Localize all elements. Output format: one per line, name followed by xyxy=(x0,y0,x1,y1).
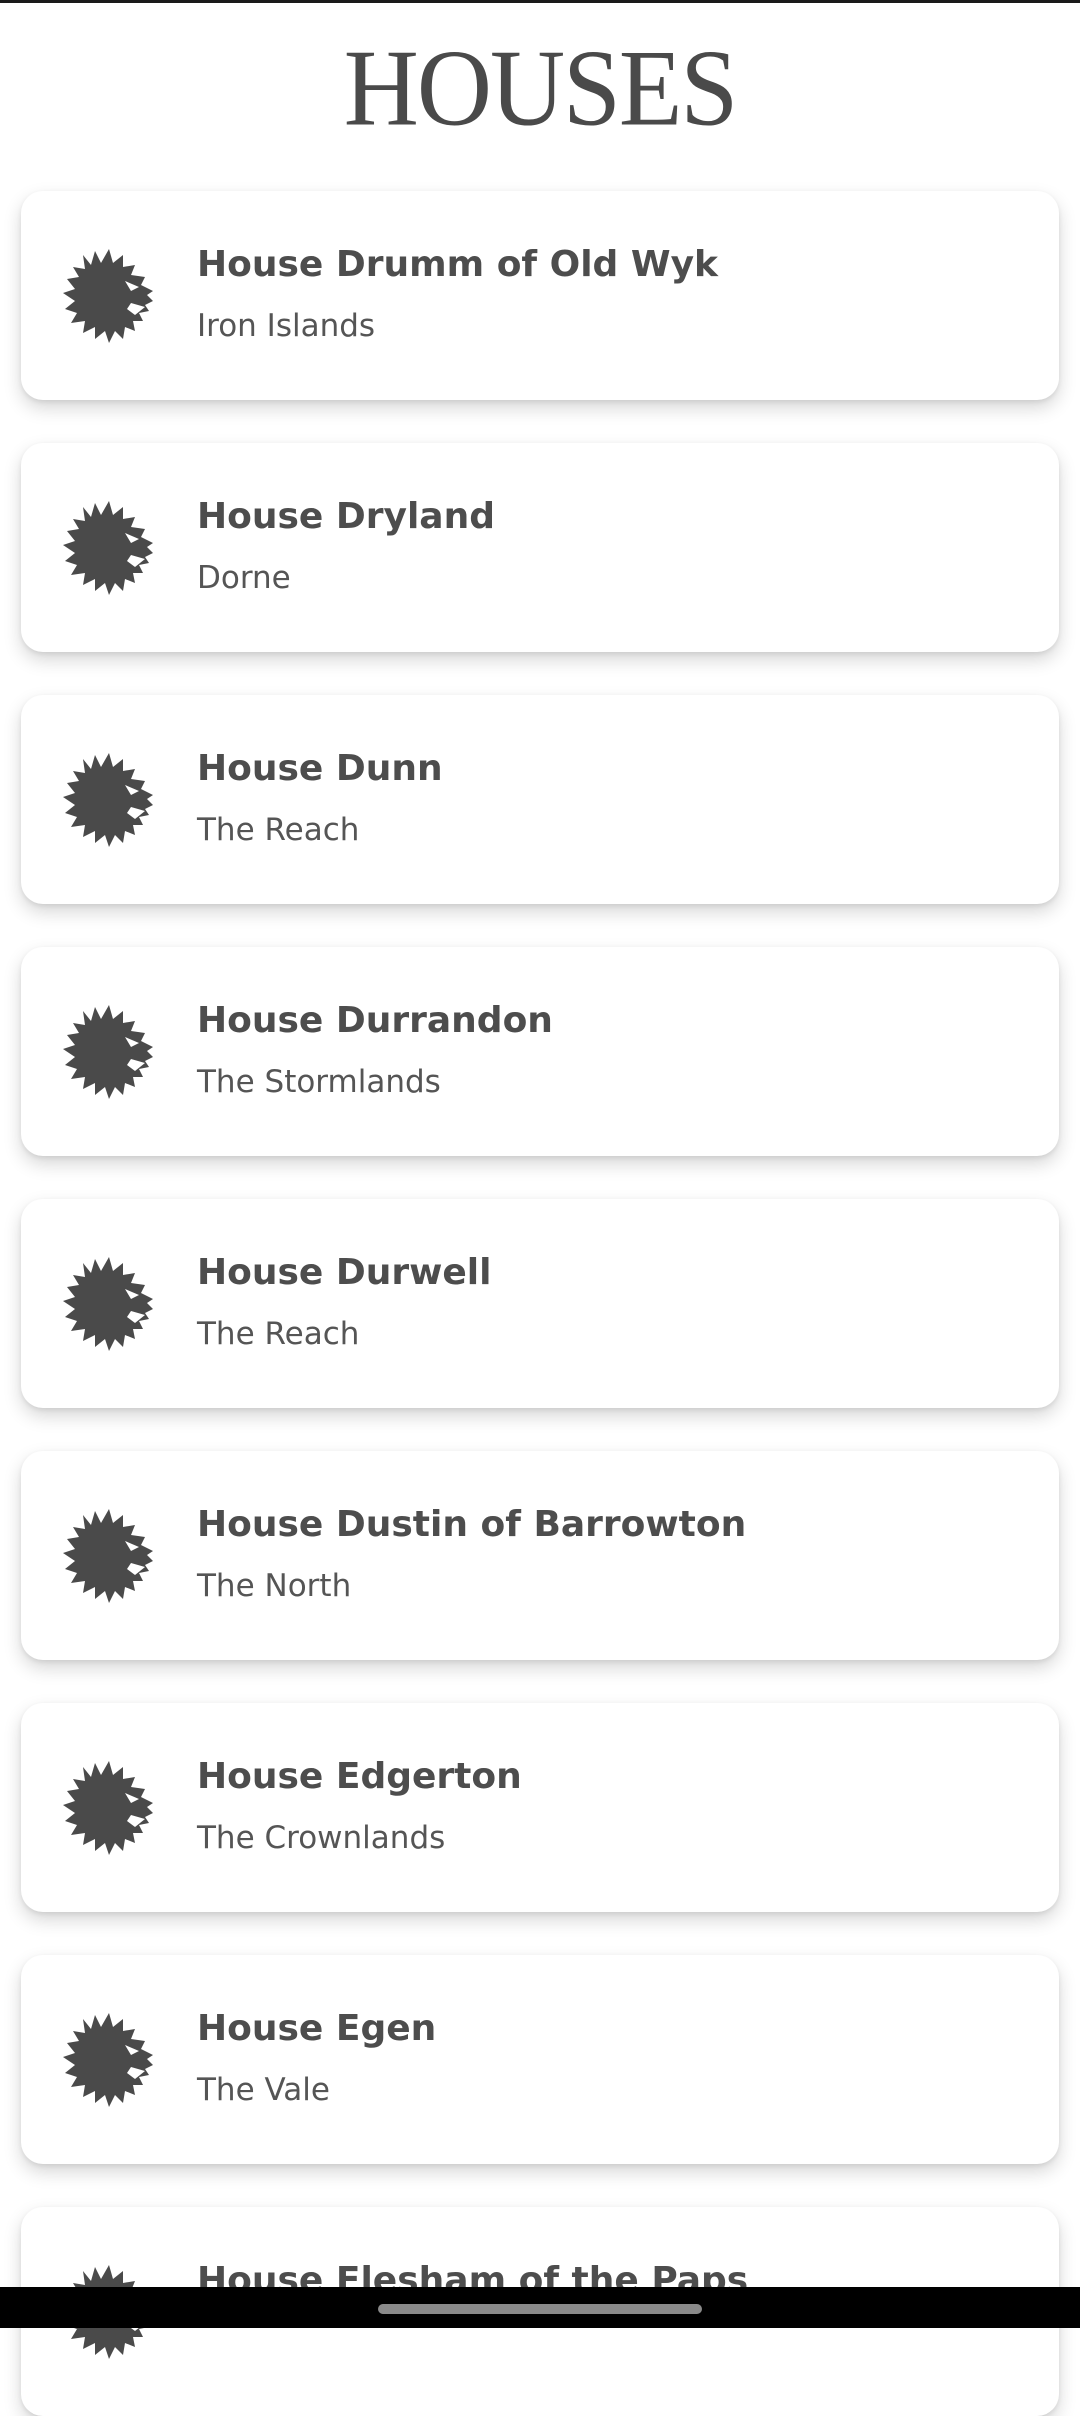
lion-head-icon xyxy=(61,1759,161,1859)
house-name: House Edgerton xyxy=(197,1756,522,1797)
house-region: Iron Islands xyxy=(197,308,376,344)
house-name: House Dustin of Barrowton xyxy=(197,1504,747,1545)
house-card[interactable]: House Durrandon The Stormlands xyxy=(21,947,1059,1156)
house-name: House Durrandon xyxy=(197,1000,553,1041)
house-card[interactable]: House Durwell The Reach xyxy=(21,1199,1059,1408)
lion-head-icon xyxy=(61,1255,161,1355)
house-region: The Crownlands xyxy=(197,1820,446,1856)
house-card[interactable]: House Edgerton The Crownlands xyxy=(21,1703,1059,1912)
lion-head-icon xyxy=(61,1507,161,1607)
house-name: House Drumm of Old Wyk xyxy=(197,244,718,285)
house-region: Dorne xyxy=(197,560,291,596)
house-card[interactable]: House Dryland Dorne xyxy=(21,443,1059,652)
house-card[interactable]: House Egen The Vale xyxy=(21,1955,1059,2164)
lion-head-icon xyxy=(61,751,161,851)
lion-head-icon xyxy=(61,247,161,347)
house-name: House Dryland xyxy=(197,496,496,537)
system-navigation-bar xyxy=(0,2287,1080,2328)
house-region: The Reach xyxy=(197,1316,360,1352)
house-name: House Dunn xyxy=(197,748,443,789)
lion-head-icon xyxy=(61,1003,161,1103)
app-header: HOUSES xyxy=(0,0,1080,170)
home-gesture-handle[interactable] xyxy=(378,2304,702,2314)
page-title: HOUSES xyxy=(343,28,739,149)
house-region: The North xyxy=(197,1568,352,1604)
house-card[interactable]: House Dustin of Barrowton The North xyxy=(21,1451,1059,1660)
house-card[interactable]: House Dunn The Reach xyxy=(21,695,1059,904)
house-region: The Stormlands xyxy=(197,1064,441,1100)
lion-head-icon xyxy=(61,2011,161,2111)
house-name: House Egen xyxy=(197,2008,437,2049)
lion-head-icon xyxy=(61,499,161,599)
house-card[interactable]: House Drumm of Old Wyk Iron Islands xyxy=(21,191,1059,400)
house-region: The Reach xyxy=(197,812,360,848)
house-region: The Vale xyxy=(197,2072,330,2108)
house-name: House Durwell xyxy=(197,1252,492,1293)
